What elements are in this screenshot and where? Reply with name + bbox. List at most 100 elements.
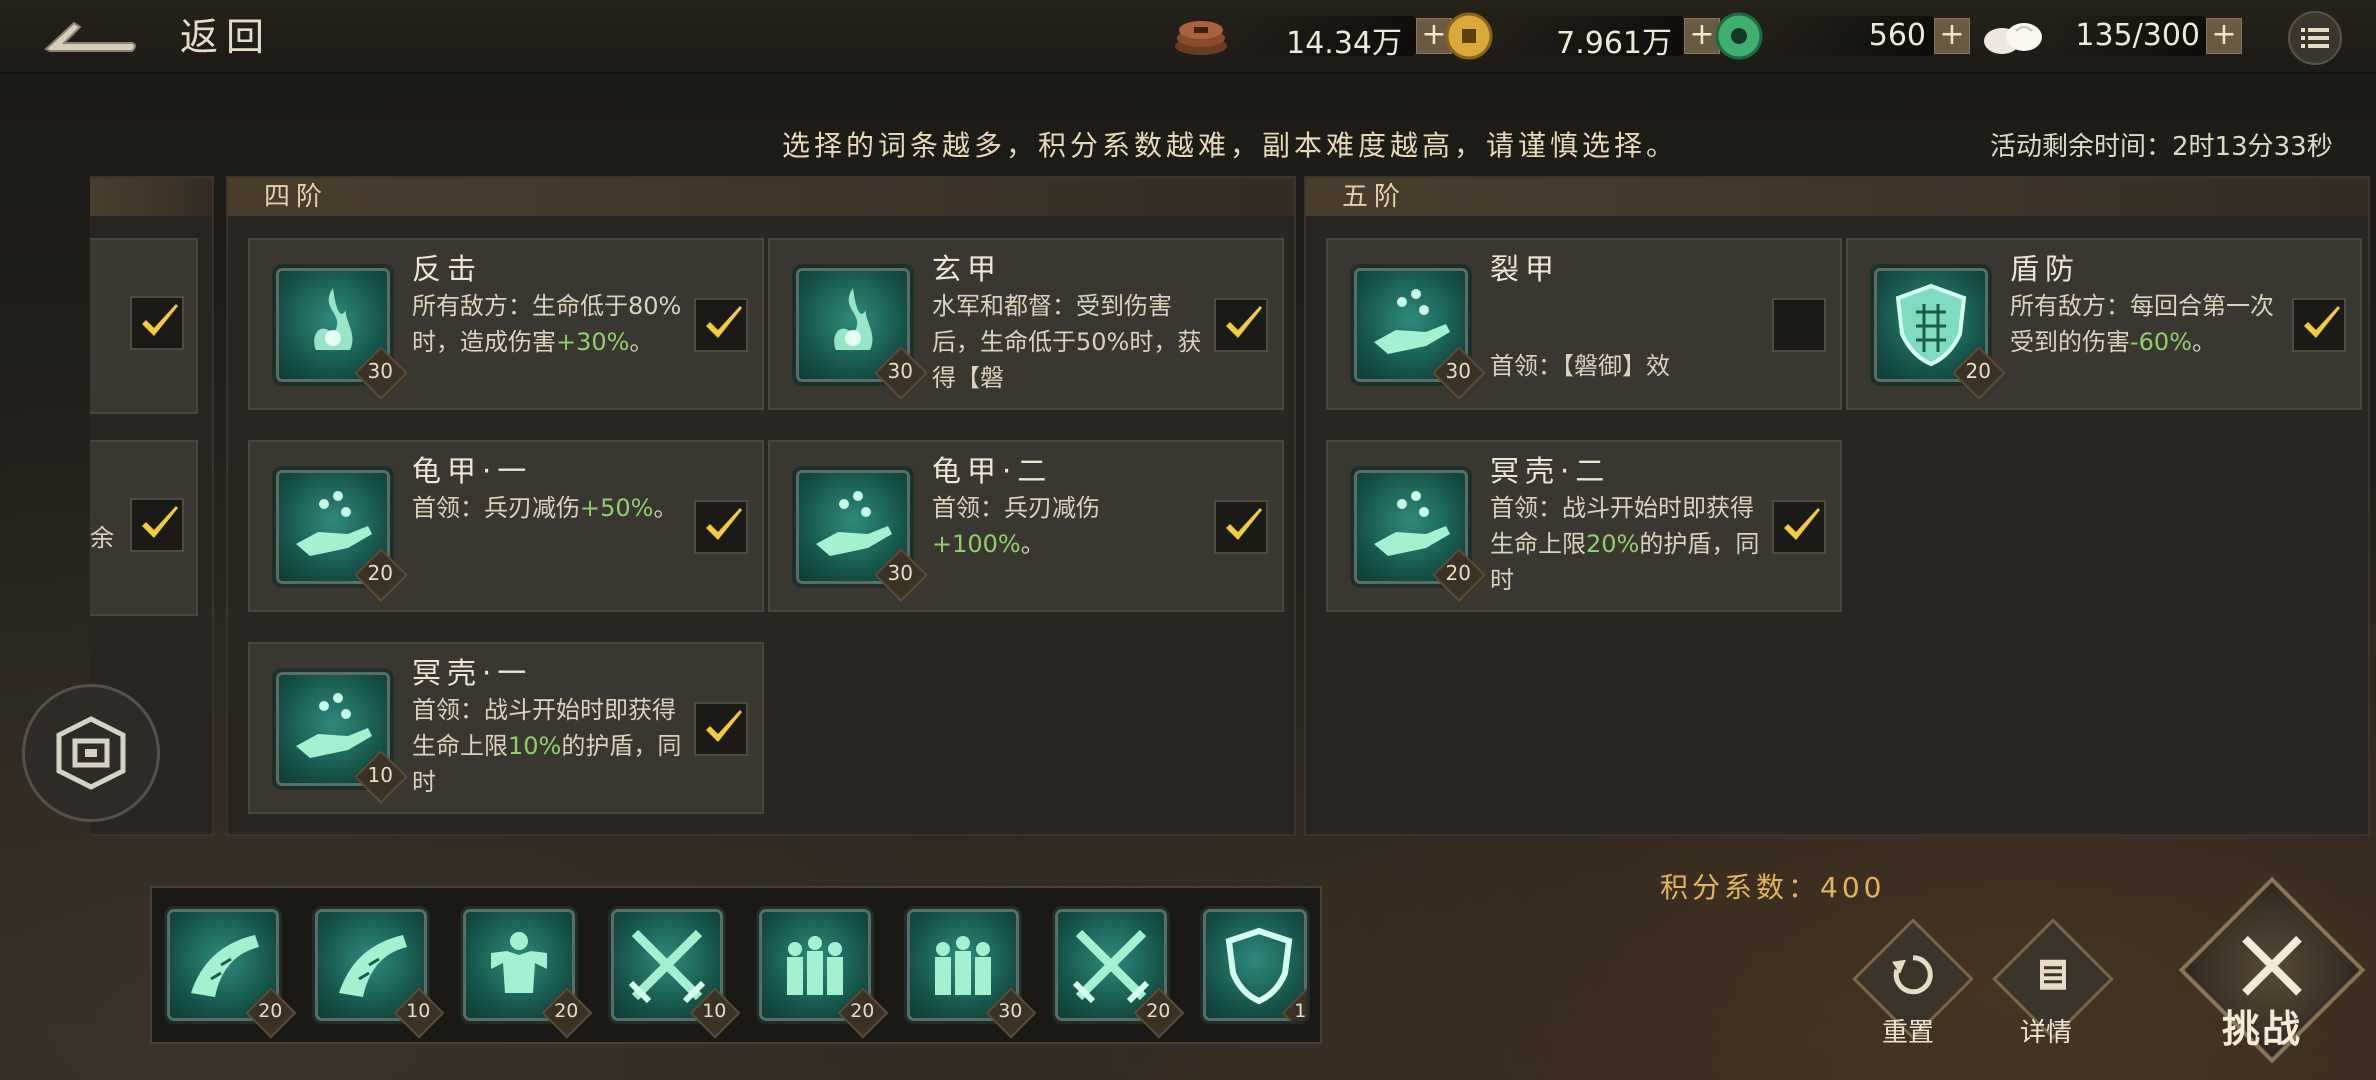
- card-checkbox[interactable]: [694, 500, 748, 554]
- challenge-label: 挑战: [2222, 1007, 2303, 1051]
- modifier-card-guijia-1[interactable]: 20 龟甲·一 首领：兵刃减伤+50%。: [248, 440, 764, 612]
- partial-card-2-fragment: 余: [90, 524, 114, 552]
- level-badge: 10: [354, 750, 408, 804]
- card-title: 反击: [412, 252, 483, 286]
- checkmark-icon: [1784, 508, 1820, 540]
- checkmark-icon: [706, 508, 742, 540]
- muscle-icon: [491, 932, 547, 993]
- formation-button[interactable]: [22, 684, 160, 822]
- card-checkbox[interactable]: [1772, 500, 1826, 554]
- card-checkbox-unchecked[interactable]: [1772, 298, 1826, 352]
- level-badge: 30: [874, 548, 928, 602]
- level-badge: 20: [1432, 548, 1486, 602]
- add-jade-button[interactable]: +: [1934, 18, 1970, 54]
- partial-card-2-checkbox[interactable]: [130, 498, 184, 552]
- level-badge: 20: [1952, 346, 2006, 400]
- hand-drops-icon: 10: [272, 668, 408, 804]
- jade-icon: [1715, 12, 1763, 60]
- timer-value: 2时13分33秒: [2172, 132, 2333, 162]
- crossed-swords-icon: [1072, 929, 1150, 1004]
- level-badge: 10: [689, 987, 741, 1039]
- reset-label: 重置: [1882, 1018, 1935, 1048]
- score-label: 积分系数：: [1660, 871, 1821, 904]
- card-desc: 所有敌方：生命低于80%时，造成伤害+30%。: [412, 292, 682, 356]
- card-title: 龟甲·一: [412, 454, 533, 488]
- modifier-card-mingke-1[interactable]: 10 冥壳·一 首领：战斗开始时即获得生命上限10%的护盾，同时: [248, 642, 764, 814]
- card-title: 冥壳·二: [1490, 454, 1611, 488]
- hand-drops-icon: 20: [272, 466, 408, 602]
- checkmark-icon: [142, 506, 178, 538]
- timer-label: 活动剩余时间：: [1990, 132, 2173, 162]
- card-checkbox[interactable]: [1214, 500, 1268, 554]
- resource-gold: 7.961万 +: [1444, 12, 1720, 61]
- selected-modifier-8[interactable]: 10: [1200, 906, 1310, 1024]
- crossed-swords-icon: [2242, 935, 2302, 996]
- resource-copper: 14.34万 +: [1172, 14, 1452, 61]
- selected-modifier-4[interactable]: 10: [608, 906, 741, 1039]
- modifier-card-dunfang[interactable]: 20 盾防 所有敌方：每回合第一次受到的伤害-60%。: [1846, 238, 2362, 410]
- selected-modifiers-strip: 20 10 20 10 20 30 20 10: [150, 886, 1322, 1044]
- arm-icon: [191, 935, 259, 997]
- level-badge: 30: [1432, 346, 1486, 400]
- tier-4-title: 四阶: [228, 178, 1294, 216]
- checkmark-icon: [1226, 508, 1262, 540]
- level-badge: 30: [985, 987, 1037, 1039]
- level-badge: 30: [354, 346, 408, 400]
- card-desc: 首领：战斗开始时即获得生命上限10%的护盾，同时: [412, 696, 682, 796]
- stamina-value: 135/300: [2075, 18, 2200, 53]
- card-title: 龟甲·二: [932, 454, 1053, 488]
- card-checkbox[interactable]: [694, 702, 748, 756]
- modifier-card-guijia-2[interactable]: 30 龟甲·二 首领：兵刃减伤+100%。: [768, 440, 1284, 612]
- card-desc: 首领：兵刃减伤+50%。: [412, 494, 678, 522]
- crossed-swords-icon: [628, 929, 706, 1004]
- level-badge: 30: [874, 346, 928, 400]
- partial-card-1: [90, 238, 198, 414]
- arm-icon: [339, 935, 407, 997]
- card-checkbox[interactable]: [694, 298, 748, 352]
- formation-icon: [56, 716, 126, 790]
- score-coefficient: 积分系数：400: [1660, 866, 1885, 906]
- gold-value: 7.961万: [1556, 26, 1672, 61]
- card-checkbox[interactable]: [2292, 298, 2346, 352]
- selected-modifier-6[interactable]: 30: [904, 906, 1037, 1039]
- tier-5-title: 五阶: [1306, 178, 2368, 216]
- copper-value: 14.34万: [1286, 26, 1402, 61]
- level-badge: 20: [245, 987, 297, 1039]
- card-desc: 水军和都督：受到伤害后，生命低于50%时，获得【磐: [932, 292, 1202, 392]
- selected-modifier-7[interactable]: 20: [1052, 906, 1185, 1039]
- spirit-flame-icon: 30: [272, 264, 408, 400]
- selected-modifier-1[interactable]: 20: [164, 906, 297, 1039]
- card-desc: 首领：战斗开始时即获得生命上限20%的护盾，同时: [1490, 494, 1760, 594]
- modifier-card-liejia[interactable]: 30 裂甲 首领：【磐御】效: [1326, 238, 1842, 410]
- shield-icon: [1225, 927, 1293, 1005]
- modifier-card-fanji[interactable]: 30 反击 所有敌方：生命低于80%时，造成伤害+30%。: [248, 238, 764, 410]
- card-checkbox[interactable]: [1214, 298, 1268, 352]
- modifier-card-mingke-2[interactable]: 20 冥壳·二 首领：战斗开始时即获得生命上限20%的护盾，同时: [1326, 440, 1842, 612]
- hand-drops-icon: 30: [1350, 264, 1486, 400]
- selected-modifier-3[interactable]: 20: [460, 906, 593, 1039]
- modifier-card-xuanjia[interactable]: 30 玄甲 水军和都督：受到伤害后，生命低于50%时，获得【磐: [768, 238, 1284, 410]
- level-badge: 10: [393, 987, 445, 1039]
- card-title: 冥壳·一: [412, 656, 533, 690]
- checkmark-icon: [706, 710, 742, 742]
- partial-card-1-checkbox[interactable]: [130, 296, 184, 350]
- hand-drops-icon: 20: [1350, 466, 1486, 602]
- card-title: 盾防: [2010, 252, 2081, 286]
- checkmark-icon: [2304, 306, 2340, 338]
- level-badge: 20: [837, 987, 889, 1039]
- checkmark-icon: [706, 306, 742, 338]
- menu-button[interactable]: [2288, 11, 2342, 65]
- card-desc: 所有敌方：每回合第一次受到的伤害-60%。: [2010, 292, 2274, 356]
- add-stamina-button[interactable]: +: [2206, 18, 2242, 54]
- jade-value: 560: [1868, 18, 1926, 53]
- troops-icon: [935, 936, 991, 995]
- hand-drops-icon: 30: [792, 466, 928, 602]
- reset-icon: [1892, 955, 1933, 995]
- troops-icon: [787, 936, 843, 995]
- card-desc: 首领：兵刃减伤+100%。: [932, 494, 1100, 558]
- tier-4-panel: 四阶 30 反击 所有敌方：生命低于80%时，造成伤害+30%。 30 玄甲 水…: [226, 176, 1296, 836]
- checkmark-icon: [1226, 306, 1262, 338]
- selected-modifier-2[interactable]: 10: [312, 906, 445, 1039]
- level-badge: 20: [541, 987, 593, 1039]
- selected-modifier-5[interactable]: 20: [756, 906, 889, 1039]
